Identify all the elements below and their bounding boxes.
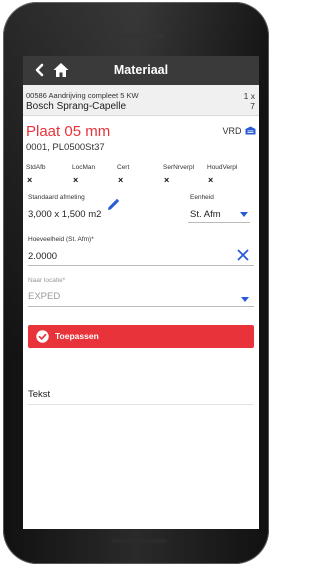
chevron-down-icon	[240, 212, 248, 217]
order-qty-top: 1 x	[243, 91, 255, 101]
flag-label-houdverpl: HoudVerpl	[207, 164, 238, 171]
order-qty-bottom: 7	[250, 101, 255, 111]
order-quantity: 1 x 7	[244, 91, 255, 111]
vrd-label: VRD	[222, 126, 242, 136]
item-code: 0001, PL0500St37	[26, 142, 105, 153]
quantity-label: Hoeveelheid (St. Afm)*	[28, 236, 94, 243]
location-underline	[28, 306, 254, 307]
flag-value-locman: ×	[73, 175, 79, 185]
flag-value-stdafb: ×	[27, 175, 33, 185]
check-circle-icon	[36, 330, 49, 343]
app-screen: Materiaal 00586 Aandrijving compleet 5 K…	[23, 56, 259, 529]
text-section-label: Tekst	[28, 389, 51, 400]
item-title: Plaat 05 mm	[26, 123, 111, 140]
flag-label-cert: Cert	[117, 164, 130, 171]
pencil-icon[interactable]	[106, 198, 120, 212]
phone-frame: Materiaal 00586 Aandrijving compleet 5 K…	[3, 2, 269, 564]
close-icon[interactable]	[237, 249, 249, 261]
text-section-divider	[28, 404, 254, 405]
apply-button[interactable]: Toepassen	[28, 325, 254, 348]
chevron-down-icon[interactable]	[241, 297, 249, 302]
phone-speaker	[114, 34, 164, 38]
order-customer: Bosch Sprang-Capelle	[26, 101, 127, 112]
location-label: Naar locatie*	[28, 277, 66, 284]
stock-indicator[interactable]: VRD	[222, 126, 256, 136]
flag-value-sernrverpl: ×	[164, 175, 170, 185]
home-indicator	[111, 539, 167, 543]
dimension-label: Standaard afmeting	[28, 194, 85, 201]
quantity-input[interactable]: 2.0000	[28, 251, 57, 262]
unit-label: Eenheid	[190, 194, 214, 201]
dimension-value: 3,000 x 1,500 m2	[28, 209, 102, 220]
unit-value: St. Afm	[190, 209, 221, 220]
unit-select[interactable]: St. Afm	[188, 208, 250, 223]
order-description: 00586 Aandrijving compleet 5 KW	[26, 91, 139, 100]
location-value[interactable]: EXPED	[28, 291, 60, 302]
apply-button-label: Toepassen	[55, 331, 99, 341]
flag-value-houdverpl: ×	[208, 175, 214, 185]
flag-value-cert: ×	[118, 175, 124, 185]
flag-label-locman: LocMan	[72, 164, 96, 171]
flag-label-stdafb: StdAfb	[26, 164, 46, 171]
app-bar: Materiaal	[23, 56, 259, 85]
warehouse-icon	[245, 126, 256, 135]
page-title: Materiaal	[113, 63, 169, 77]
order-header: 00586 Aandrijving compleet 5 KW Bosch Sp…	[23, 85, 259, 116]
quantity-underline	[28, 265, 254, 266]
flag-label-sernrverpl: SerNrverpl	[163, 164, 195, 171]
